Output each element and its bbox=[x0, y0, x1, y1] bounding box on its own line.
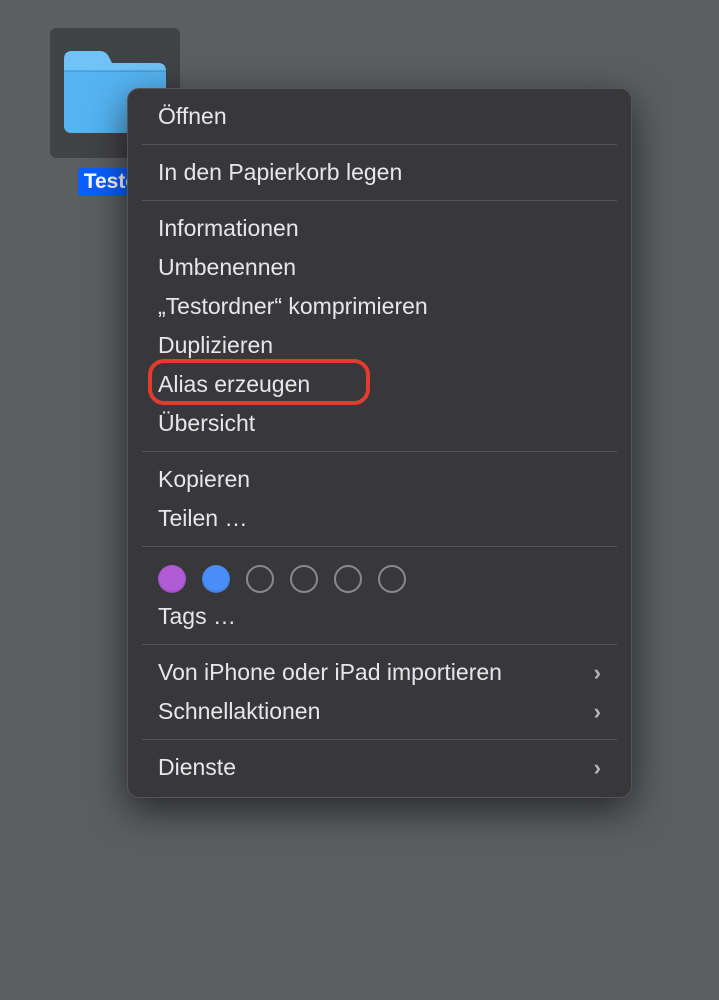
menu-alias-label: Alias erzeugen bbox=[158, 371, 310, 398]
menu-trash-label: In den Papierkorb legen bbox=[158, 159, 402, 186]
menu-open-label: Öffnen bbox=[158, 103, 227, 130]
menu-services[interactable]: Dienste › bbox=[128, 748, 631, 787]
tag-dot-empty[interactable] bbox=[246, 565, 274, 593]
tag-dot-empty[interactable] bbox=[334, 565, 362, 593]
menu-services-label: Dienste bbox=[158, 754, 236, 781]
tag-dot-empty[interactable] bbox=[378, 565, 406, 593]
menu-quickactions-label: Schnellaktionen bbox=[158, 698, 320, 725]
menu-tags[interactable]: Tags … bbox=[128, 597, 631, 636]
menu-copy[interactable]: Kopieren bbox=[128, 460, 631, 499]
menu-import-from-device[interactable]: Von iPhone oder iPad importieren › bbox=[128, 653, 631, 692]
menu-rename-label: Umbenennen bbox=[158, 254, 296, 281]
menu-compress[interactable]: „Testordner“ komprimieren bbox=[128, 287, 631, 326]
tag-color-row bbox=[128, 555, 631, 597]
separator bbox=[142, 739, 617, 740]
menu-get-info[interactable]: Informationen bbox=[128, 209, 631, 248]
chevron-right-icon: › bbox=[594, 660, 601, 686]
tag-dot-blue[interactable] bbox=[202, 565, 230, 593]
menu-duplicate-label: Duplizieren bbox=[158, 332, 273, 359]
menu-tags-label: Tags … bbox=[158, 603, 236, 630]
separator bbox=[142, 644, 617, 645]
tag-dot-empty[interactable] bbox=[290, 565, 318, 593]
chevron-right-icon: › bbox=[594, 699, 601, 725]
tag-dot-purple[interactable] bbox=[158, 565, 186, 593]
separator bbox=[142, 144, 617, 145]
menu-move-to-trash[interactable]: In den Papierkorb legen bbox=[128, 153, 631, 192]
menu-open[interactable]: Öffnen bbox=[128, 97, 631, 136]
separator bbox=[142, 546, 617, 547]
menu-quick-actions[interactable]: Schnellaktionen › bbox=[128, 692, 631, 731]
menu-import-label: Von iPhone oder iPad importieren bbox=[158, 659, 502, 686]
separator bbox=[142, 451, 617, 452]
chevron-right-icon: › bbox=[594, 755, 601, 781]
menu-make-alias[interactable]: Alias erzeugen bbox=[128, 365, 631, 404]
menu-duplicate[interactable]: Duplizieren bbox=[128, 326, 631, 365]
menu-quick-look[interactable]: Übersicht bbox=[128, 404, 631, 443]
menu-share[interactable]: Teilen … bbox=[128, 499, 631, 538]
context-menu: Öffnen In den Papierkorb legen Informati… bbox=[127, 88, 632, 798]
menu-copy-label: Kopieren bbox=[158, 466, 250, 493]
menu-compress-label: „Testordner“ komprimieren bbox=[158, 293, 428, 320]
menu-quicklook-label: Übersicht bbox=[158, 410, 255, 437]
menu-info-label: Informationen bbox=[158, 215, 299, 242]
menu-rename[interactable]: Umbenennen bbox=[128, 248, 631, 287]
menu-share-label: Teilen … bbox=[158, 505, 247, 532]
separator bbox=[142, 200, 617, 201]
